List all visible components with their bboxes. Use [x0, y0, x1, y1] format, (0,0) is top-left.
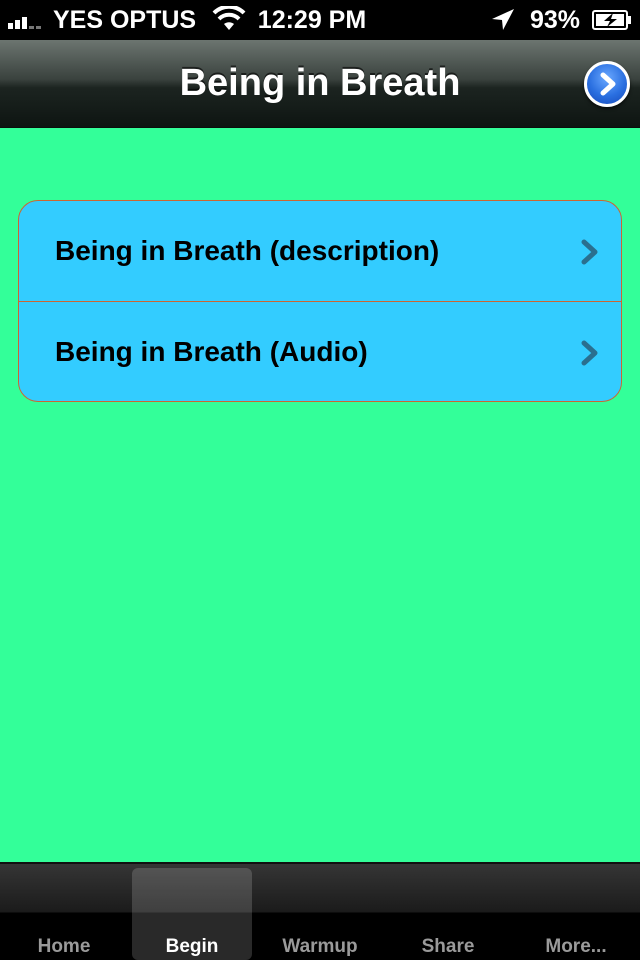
- tab-more[interactable]: More...: [516, 868, 636, 960]
- page-title: Being in Breath: [179, 62, 461, 104]
- tab-label: Begin: [165, 936, 219, 957]
- tab-home[interactable]: Home: [4, 868, 124, 960]
- next-button[interactable]: [584, 61, 630, 107]
- tab-begin[interactable]: Begin: [132, 868, 252, 960]
- disclosure-chevron-icon: [581, 340, 598, 366]
- status-bar: YES OPTUS 12:29 PM 93%: [0, 0, 640, 40]
- battery-charging-icon: [592, 10, 631, 30]
- navigation-bar: Being in Breath: [0, 40, 640, 128]
- menu-table: Being in Breath (description) Being in B…: [18, 200, 622, 402]
- battery-percentage: 93%: [530, 6, 581, 34]
- tab-label: Home: [37, 936, 91, 957]
- tab-label: More...: [545, 936, 607, 957]
- location-arrow-icon: [492, 9, 514, 30]
- tab-bar: Home Begin Warmup Share More...: [0, 862, 640, 960]
- tab-warmup[interactable]: Warmup: [260, 868, 380, 960]
- table-row-description[interactable]: Being in Breath (description): [19, 201, 621, 301]
- disclosure-chevron-icon: [581, 239, 598, 265]
- row-label: Being in Breath (Audio): [55, 335, 368, 367]
- table-row-audio[interactable]: Being in Breath (Audio): [19, 301, 621, 401]
- tab-share[interactable]: Share: [388, 868, 508, 960]
- row-label: Being in Breath (description): [55, 235, 440, 266]
- tab-label: Share: [421, 936, 475, 957]
- tab-label: Warmup: [282, 936, 358, 957]
- chevron-right-icon: [600, 72, 616, 96]
